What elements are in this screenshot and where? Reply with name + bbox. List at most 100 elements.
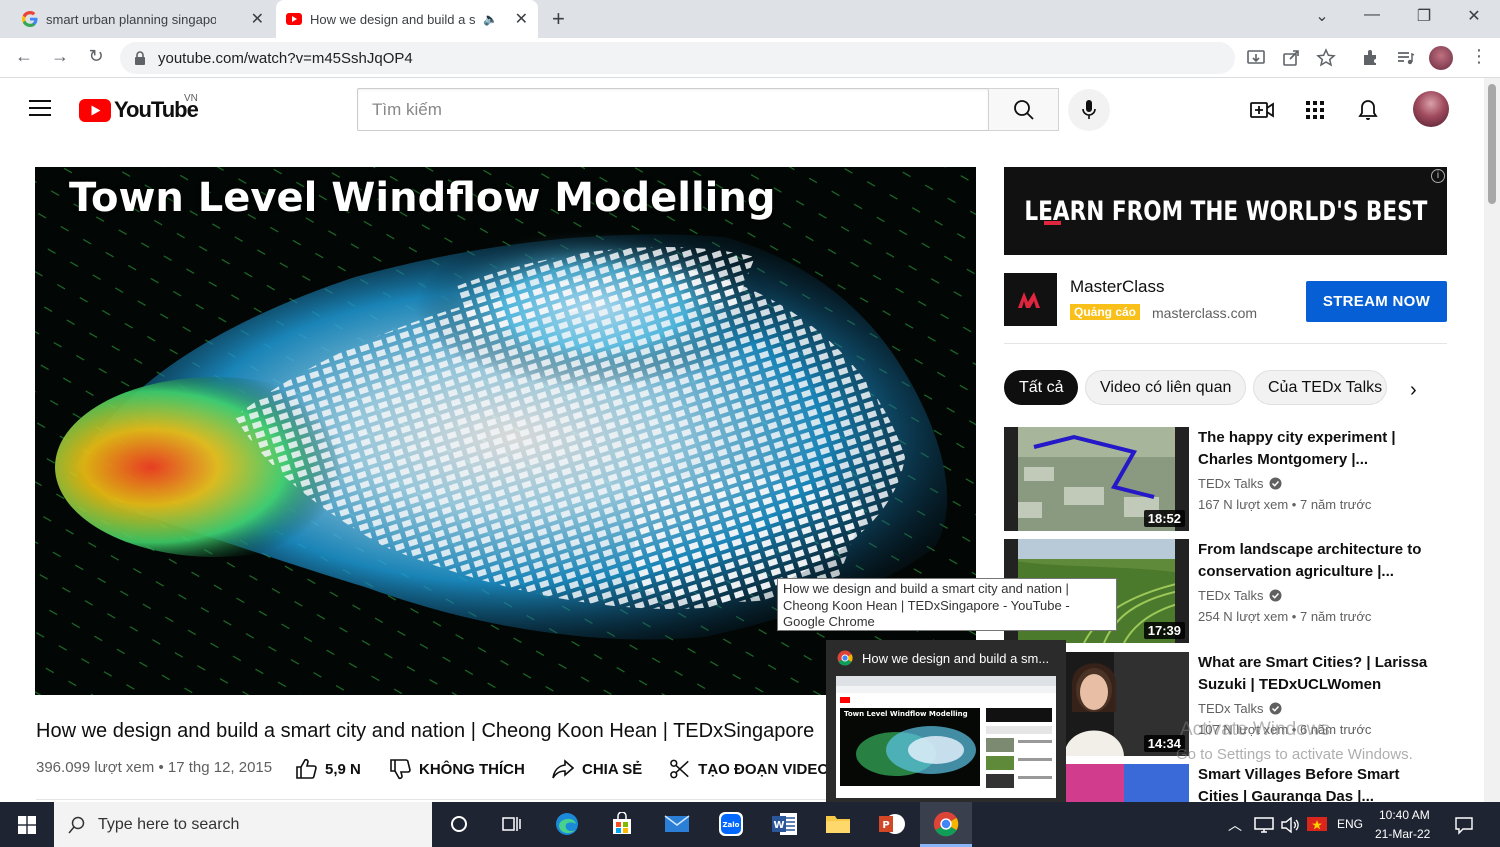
clock-time[interactable]: 10:40 AM (1379, 808, 1430, 822)
svg-text:P: P (882, 820, 889, 831)
address-bar[interactable]: youtube.com/watch?v=m45SshJqOP4 (120, 42, 1235, 74)
extensions-icon[interactable] (1360, 48, 1380, 68)
file-explorer-icon[interactable] (823, 809, 853, 839)
reload-button[interactable]: ↻ (84, 46, 108, 67)
video-title[interactable]: Smart Villages Before Smart Cities | Gau… (1198, 764, 1443, 802)
channel-name[interactable]: TEDx Talks (1198, 588, 1282, 603)
create-video-icon[interactable] (1250, 98, 1274, 122)
volume-icon[interactable] (1280, 817, 1300, 833)
cortana-circle (451, 816, 467, 832)
network-icon[interactable] (1254, 817, 1274, 833)
ad-info-icon[interactable]: i (1431, 169, 1445, 183)
browser-menu-icon[interactable]: ⋮ (1470, 46, 1488, 67)
svg-text:Zalo: Zalo (722, 821, 739, 829)
taskbar-tooltip: How we design and build a smart city and… (777, 578, 1117, 631)
activate-windows-hint: Go to Settings to activate Windows. (1176, 746, 1413, 763)
tab-search-icon[interactable]: ⌄ (1302, 6, 1342, 26)
powerpoint-icon[interactable]: P (877, 809, 907, 839)
channel-label: TEDx Talks (1198, 701, 1264, 716)
dislike-button[interactable]: KHÔNG THÍCH (389, 758, 525, 780)
ad-banner[interactable]: LEARN FROM THE WORLD'S BEST (1004, 167, 1447, 255)
chip-from-tedx[interactable]: Của TEDx Talks (1253, 370, 1387, 405)
video-title[interactable]: The happy city experiment | Charles Mont… (1198, 427, 1443, 471)
profile-avatar[interactable] (1429, 46, 1453, 70)
clip-button[interactable]: TẠO ĐOẠN VIDEO (669, 758, 829, 780)
tray-chevron-up-icon[interactable]: ︿ (1228, 815, 1242, 835)
svg-text:W: W (773, 820, 784, 831)
chevron-right-icon[interactable]: › (1410, 379, 1417, 402)
powerpoint-glyph: P (879, 814, 905, 834)
close-tab-icon[interactable]: ✕ (251, 9, 264, 29)
search-placeholder: Tìm kiếm (372, 99, 442, 119)
masterclass-logo[interactable] (1004, 273, 1057, 326)
taskbar-window-preview[interactable]: How we design and build a sm... Town Lev… (826, 640, 1066, 802)
taskbar-search-input[interactable]: Type here to search (54, 802, 432, 847)
recommended-video[interactable]: 18:52 The happy city experiment | Charle… (1004, 427, 1447, 531)
notification-center-icon[interactable] (1454, 815, 1474, 835)
browser-tab-google-search[interactable]: smart urban planning singapore - ✕ (12, 0, 274, 38)
chrome-taskbar-icon[interactable] (931, 809, 961, 839)
dislike-label: KHÔNG THÍCH (419, 760, 525, 778)
stream-now-button[interactable]: STREAM NOW (1306, 281, 1447, 322)
chip-related[interactable]: Video có liên quan (1085, 370, 1247, 405)
zalo-icon[interactable]: Zalo (716, 809, 746, 839)
zalo-glyph: Zalo (719, 812, 743, 836)
video-stats: 167 N lượt xem • 7 năm trước (1198, 497, 1372, 512)
preview-thumbnail[interactable]: Town Level Windflow Modelling (836, 676, 1056, 798)
speaker-icon[interactable]: 🔈 (483, 12, 498, 26)
preview-overlay-title: Town Level Windflow Modelling (844, 710, 968, 718)
back-button[interactable]: ← (12, 46, 36, 67)
new-tab-button[interactable]: + (552, 6, 565, 32)
like-count: 5,9 N (325, 760, 361, 778)
close-tab-icon[interactable]: ✕ (515, 9, 528, 29)
thumbs-down-icon (390, 759, 411, 780)
share-button[interactable]: CHIA SẺ (552, 758, 642, 780)
video-title[interactable]: What are Smart Cities? | Larissa Suzuki … (1198, 652, 1443, 696)
search-button[interactable] (988, 88, 1059, 131)
bookmark-star-icon[interactable] (1316, 48, 1336, 68)
hamburger-menu-icon[interactable] (29, 99, 51, 117)
scrollbar-thumb[interactable] (1488, 84, 1496, 204)
account-avatar[interactable] (1413, 91, 1449, 127)
language-indicator[interactable]: ENG (1337, 817, 1363, 831)
windows-taskbar: Type here to search Zalo W P ︿ ENG 10:40… (0, 802, 1500, 847)
media-control-icon[interactable] (1395, 48, 1415, 68)
chip-all[interactable]: Tất cả (1004, 370, 1079, 405)
forward-button[interactable]: → (48, 46, 72, 67)
video-duration: 18:52 (1143, 510, 1185, 527)
notifications-bell-icon[interactable] (1356, 98, 1380, 122)
word-icon[interactable]: W (770, 809, 800, 839)
install-app-icon[interactable] (1246, 48, 1266, 68)
edge-glyph (556, 813, 578, 835)
start-button[interactable] (0, 802, 54, 847)
close-window-button[interactable]: ✕ (1454, 6, 1494, 26)
search-input[interactable]: Tìm kiếm (357, 88, 989, 131)
apps-grid-icon[interactable] (1303, 98, 1327, 122)
video-title[interactable]: From landscape architecture to conservat… (1198, 539, 1443, 583)
clock-date[interactable]: 21-Mar-22 (1375, 827, 1430, 841)
page-scrollbar[interactable] (1484, 78, 1500, 802)
video-thumbnail[interactable]: 18:52 (1004, 427, 1189, 531)
mail-icon[interactable] (662, 809, 692, 839)
youtube-logo[interactable]: YouTube (79, 97, 199, 123)
chrome-glyph (933, 811, 959, 837)
recommended-video[interactable]: Smart Villages Before Smart Cities | Gau… (1004, 764, 1447, 802)
edge-icon[interactable] (552, 809, 582, 839)
tab-title: smart urban planning singapore - (46, 11, 216, 27)
minimize-button[interactable]: — (1352, 6, 1392, 24)
share-icon[interactable] (1281, 48, 1301, 68)
browser-tab-youtube[interactable]: How we design and build a s 🔈 ✕ (276, 0, 538, 38)
channel-name[interactable]: TEDx Talks (1198, 701, 1282, 716)
ad-banner-text: LEARN FROM THE WORLD'S BEST (1023, 195, 1428, 227)
cortana-icon[interactable] (444, 809, 474, 839)
ad-brand-name[interactable]: MasterClass (1070, 277, 1164, 297)
youtube-header: YouTube VN Tìm kiếm (0, 78, 1484, 140)
channel-name[interactable]: TEDx Talks (1198, 476, 1282, 491)
vietnamese-input-icon[interactable] (1306, 815, 1328, 835)
microsoft-store-icon[interactable] (607, 809, 637, 839)
ad-badge: Quảng cáo (1070, 304, 1141, 320)
voice-search-button[interactable] (1068, 89, 1110, 131)
like-button[interactable]: 5,9 N (295, 758, 361, 780)
restore-button[interactable]: ❐ (1404, 6, 1444, 26)
task-view-icon[interactable] (497, 809, 527, 839)
